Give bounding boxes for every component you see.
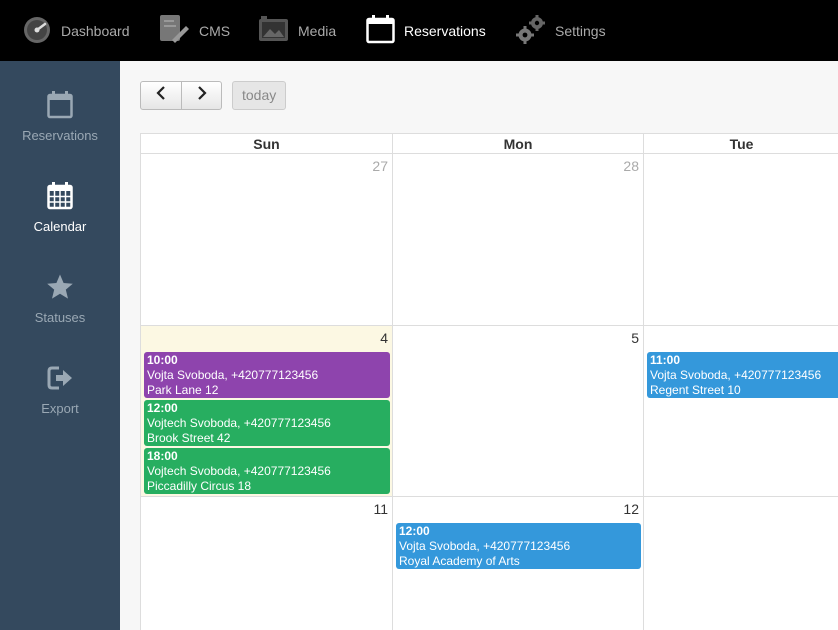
star-icon xyxy=(0,273,120,304)
day-number: 5 xyxy=(631,330,639,346)
nav-media[interactable]: Media xyxy=(258,0,336,61)
event-location: Piccadilly Circus 18 xyxy=(147,479,252,493)
nav-media-label: Media xyxy=(298,22,337,39)
chevron-left-icon xyxy=(156,86,166,105)
prev-button[interactable] xyxy=(141,82,181,109)
today-button[interactable]: today xyxy=(232,81,287,110)
sidebar-item-reservations-label: Reservations xyxy=(22,128,98,143)
event-item[interactable]: 12:00 Vojta Svoboda, +420777123456 Royal… xyxy=(396,523,641,569)
event-location: Royal Academy of Arts xyxy=(399,554,520,568)
sidebar-item-calendar[interactable]: Calendar xyxy=(0,182,120,234)
day-cell[interactable] xyxy=(644,154,838,326)
event-contact: Vojta Svoboda, +420777123456 xyxy=(650,368,822,382)
sidebar: Reservations Calendar Statuses Export xyxy=(0,61,120,630)
day-number: 27 xyxy=(372,158,388,174)
sidebar-item-export-label: Export xyxy=(41,401,79,416)
calendar-grid-icon xyxy=(0,182,120,213)
gears-icon xyxy=(515,14,546,47)
nav-reservations-label: Reservations xyxy=(404,22,486,39)
day-number: 28 xyxy=(623,158,639,174)
cms-icon xyxy=(158,14,190,47)
nav-settings[interactable]: Settings xyxy=(515,0,606,61)
day-number: 12 xyxy=(623,501,639,517)
day-number: 4 xyxy=(380,330,388,346)
nav-reservations[interactable]: Reservations xyxy=(366,0,486,61)
day-cell[interactable] xyxy=(644,497,838,630)
calendar-blank-icon xyxy=(0,91,120,122)
event-location: Park Lane 12 xyxy=(147,383,219,397)
sidebar-item-export[interactable]: Export xyxy=(0,364,120,416)
calendar-icon xyxy=(366,14,395,47)
sidebar-item-calendar-label: Calendar xyxy=(33,219,87,234)
event-item[interactable]: 11:00 Vojta Svoboda, +420777123456 Regen… xyxy=(647,352,838,398)
sidebar-item-reservations[interactable]: Reservations xyxy=(0,91,120,143)
event-contact: Vojtech Svoboda, +420777123456 xyxy=(147,464,331,478)
day-cell[interactable]: 11 xyxy=(141,497,393,630)
event-time: 11:00 xyxy=(650,353,681,367)
day-cell[interactable]: 27 xyxy=(141,154,393,326)
day-number: 11 xyxy=(373,501,388,517)
event-item[interactable]: 10:00 Vojta Svoboda, +420777123456 Park … xyxy=(144,352,390,398)
dashboard-icon xyxy=(22,15,52,46)
sidebar-item-statuses-label: Statuses xyxy=(34,310,86,325)
nav-cms-label: CMS xyxy=(199,22,231,39)
main-content: today Sun Mon Tue 27 28 4 5 11 12 10:00 … xyxy=(120,61,838,630)
event-item[interactable]: 12:00 Vojtech Svoboda, +420777123456 Bro… xyxy=(144,400,390,446)
top-navbar: Dashboard CMS Media Reservations Setting… xyxy=(0,0,838,61)
event-time: 18:00 xyxy=(147,449,178,463)
day-cell[interactable]: 5 xyxy=(393,326,644,497)
event-contact: Vojta Svoboda, +420777123456 xyxy=(147,368,319,382)
chevron-right-icon xyxy=(197,86,207,105)
export-icon xyxy=(0,364,120,395)
event-location: Brook Street 42 xyxy=(147,431,231,445)
day-header-tue: Tue xyxy=(644,134,838,154)
calendar-nav-group xyxy=(140,81,222,110)
nav-cms[interactable]: CMS xyxy=(158,0,230,61)
nav-settings-label: Settings xyxy=(555,22,606,39)
event-time: 10:00 xyxy=(147,353,178,367)
event-location: Regent Street 10 xyxy=(650,383,741,397)
event-time: 12:00 xyxy=(399,524,430,538)
event-contact: Vojta Svoboda, +420777123456 xyxy=(399,539,571,553)
nav-dashboard-label: Dashboard xyxy=(61,22,130,39)
day-cell[interactable]: 28 xyxy=(393,154,644,326)
event-contact: Vojtech Svoboda, +420777123456 xyxy=(147,416,331,430)
calendar-grid: Sun Mon Tue 27 28 4 5 11 12 10:00 Vojta … xyxy=(140,133,838,630)
day-header-sun: Sun xyxy=(141,134,393,154)
sidebar-item-statuses[interactable]: Statuses xyxy=(0,273,120,325)
event-time: 12:00 xyxy=(147,401,178,415)
media-icon xyxy=(258,16,289,45)
day-header-mon: Mon xyxy=(393,134,644,154)
nav-dashboard[interactable]: Dashboard xyxy=(22,0,130,61)
next-button[interactable] xyxy=(181,82,221,109)
event-item[interactable]: 18:00 Vojtech Svoboda, +420777123456 Pic… xyxy=(144,448,390,494)
